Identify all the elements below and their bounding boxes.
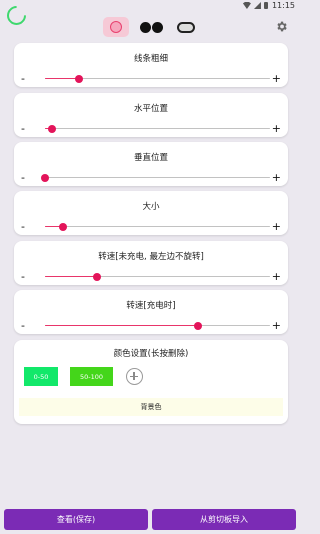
add-color-icon[interactable]	[126, 368, 143, 385]
slider-card-horizontal-position: 水平位置 - +	[14, 93, 288, 137]
slider-thumb[interactable]	[74, 74, 83, 83]
status-icons: 11:15	[242, 1, 295, 10]
slider-card-speed-not-charging: 转速[未充电, 最左边不旋转] - +	[14, 241, 288, 285]
increase-button[interactable]: +	[272, 72, 281, 85]
pill-mode-button[interactable]	[173, 17, 199, 37]
background-color-button[interactable]: 背景色	[19, 398, 283, 416]
view-save-button[interactable]: 查看(保存)	[4, 509, 148, 530]
slider-title: 垂直位置	[133, 153, 168, 163]
color-settings-card: 颜色设置(长按删除) 0-50 50-100 背景色	[14, 340, 288, 424]
slider-card-line-width: 线条粗细 - +	[14, 43, 288, 87]
increase-button[interactable]: +	[272, 220, 281, 233]
slider-title: 大小	[142, 202, 160, 212]
slider-thumb[interactable]	[194, 321, 202, 330]
slider-track[interactable]	[45, 321, 270, 330]
color-swatch[interactable]: 50-100	[70, 367, 113, 386]
increase-button[interactable]: +	[272, 122, 281, 135]
slider-fill	[45, 276, 97, 278]
decrease-button[interactable]: -	[21, 171, 25, 184]
battery-icon	[263, 2, 268, 9]
slider-title: 水平位置	[133, 104, 168, 114]
slider-title: 转速[未充电, 最左边不旋转]	[98, 252, 204, 262]
slider-thumb[interactable]	[47, 124, 56, 133]
gear-icon[interactable]	[275, 20, 288, 33]
increase-button[interactable]: +	[272, 270, 281, 283]
status-bar: 11:15	[0, 0, 300, 12]
slider-fill	[45, 78, 79, 80]
style-mode-selector	[103, 17, 199, 37]
decrease-button[interactable]: -	[21, 122, 25, 135]
slider-track[interactable]	[45, 124, 270, 133]
ring-icon	[110, 21, 122, 33]
slider-thumb[interactable]	[59, 222, 67, 231]
slider-title: 转速[充电时]	[126, 301, 176, 311]
color-swatch[interactable]: 0-50	[24, 367, 58, 386]
slider-fill	[45, 325, 198, 327]
dots-mode-button[interactable]	[138, 17, 164, 37]
ring-mode-button[interactable]	[103, 17, 129, 37]
increase-button[interactable]: +	[272, 171, 281, 184]
wifi-icon	[242, 2, 251, 9]
slider-title: 线条粗细	[133, 54, 168, 64]
slider-card-size: 大小 - +	[14, 191, 288, 235]
dots-icon	[139, 21, 163, 33]
import-clipboard-button[interactable]: 从剪切板导入	[152, 509, 296, 530]
slider-card-vertical-position: 垂直位置 - +	[14, 142, 288, 186]
decrease-button[interactable]: -	[21, 72, 25, 85]
slider-track[interactable]	[45, 74, 270, 83]
decrease-button[interactable]: -	[21, 270, 25, 283]
increase-button[interactable]: +	[272, 319, 281, 332]
slider-thumb[interactable]	[41, 173, 49, 182]
slider-track[interactable]	[45, 272, 270, 281]
decrease-button[interactable]: -	[21, 220, 25, 233]
slider-track[interactable]	[45, 222, 270, 231]
color-settings-title: 颜色设置(长按删除)	[113, 349, 189, 359]
slider-card-speed-charging: 转速[充电时] - +	[14, 290, 288, 334]
decrease-button[interactable]: -	[21, 319, 25, 332]
slider-track[interactable]	[41, 173, 270, 182]
slider-thumb[interactable]	[92, 272, 101, 281]
status-time: 11:15	[271, 1, 295, 10]
signal-icon	[253, 2, 261, 9]
pill-icon	[177, 21, 195, 33]
